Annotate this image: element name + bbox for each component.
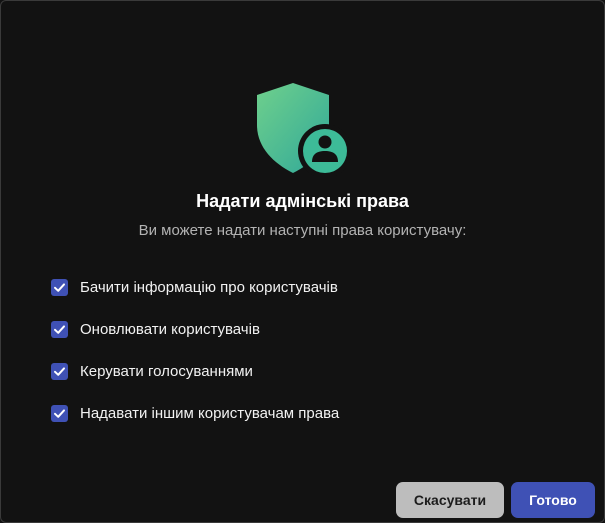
checkbox-checked-icon[interactable]: [51, 278, 68, 296]
permission-label: Керувати голосуваннями: [80, 362, 253, 380]
done-button[interactable]: Готово: [511, 482, 595, 518]
permission-grant-rights[interactable]: Надавати іншим користувачам права: [51, 392, 339, 434]
dialog-title: Надати адмінські права: [196, 191, 409, 211]
permission-update-users[interactable]: Оновлювати користувачів: [51, 308, 339, 350]
checkbox-checked-icon[interactable]: [51, 362, 68, 380]
permission-label: Надавати іншим користувачам права: [80, 404, 340, 422]
permission-label: Оновлювати користувачів: [80, 320, 260, 338]
permission-label: Бачити інформацію про користувачів: [80, 278, 338, 296]
permission-manage-polls[interactable]: Керувати голосуваннями: [51, 350, 339, 392]
admin-rights-dialog: Надати адмінські права Ви можете надати …: [0, 0, 605, 523]
cancel-button[interactable]: Скасувати: [396, 482, 504, 518]
checkbox-checked-icon[interactable]: [51, 404, 68, 422]
shield-user-icon: [255, 81, 352, 178]
checkbox-checked-icon[interactable]: [51, 320, 68, 338]
permissions-list: Бачити інформацію про користувачів Оновл…: [51, 266, 339, 434]
dialog-subtitle: Ви можете надати наступні права користув…: [138, 222, 467, 239]
permission-view-users[interactable]: Бачити інформацію про користувачів: [51, 266, 339, 308]
